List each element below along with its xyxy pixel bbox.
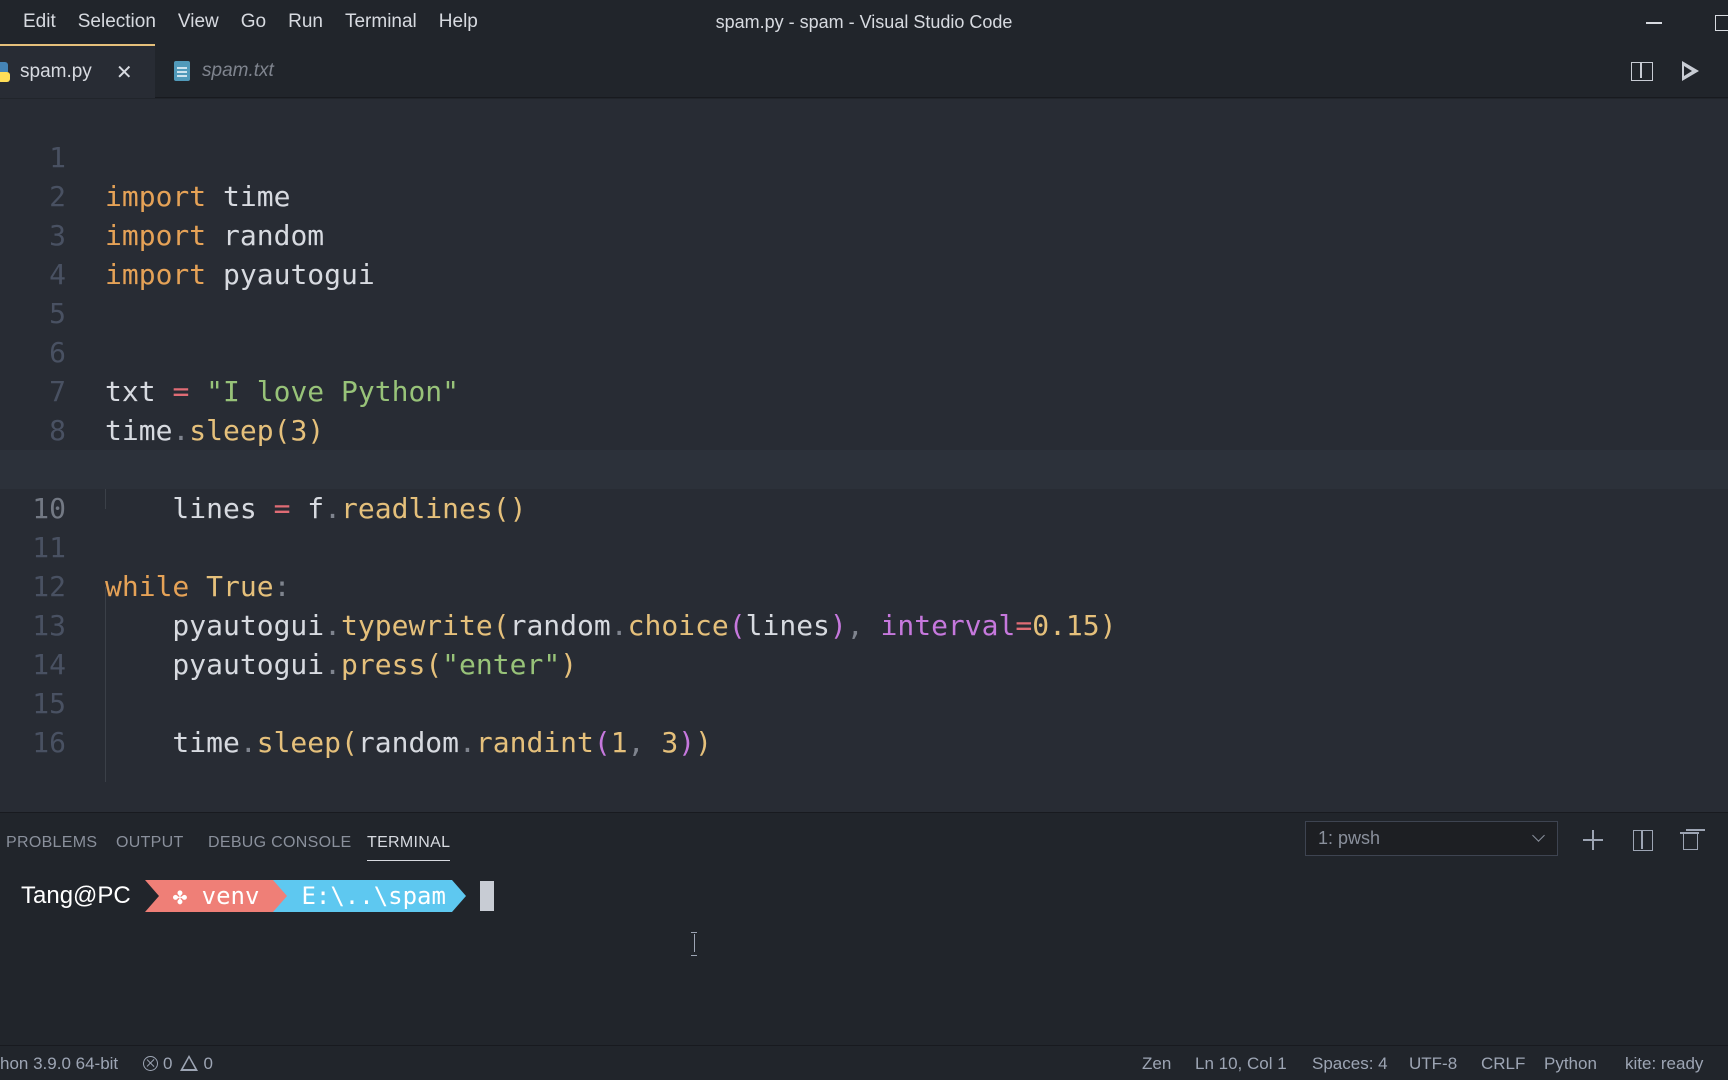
code-line: 14 bbox=[0, 606, 1728, 681]
menu-run[interactable]: Run bbox=[277, 0, 334, 44]
split-terminal-icon[interactable] bbox=[1630, 827, 1656, 853]
menu-selection[interactable]: Selection bbox=[67, 0, 167, 44]
line-ending[interactable]: CRLF bbox=[1481, 1046, 1525, 1080]
code-line: 2 import random bbox=[0, 138, 1728, 252]
status-bar: hon 3.9.0 64-bit 00 Zen Ln 10, Col 1 Spa… bbox=[0, 1045, 1728, 1080]
code-line: 9 lines = f.readlines() bbox=[0, 411, 1728, 525]
bottom-panel: PROBLEMS OUTPUT DEBUG CONSOLE TERMINAL 1… bbox=[0, 812, 1728, 1045]
code-line: 4 bbox=[0, 216, 1728, 291]
prompt-segment-arrow bbox=[451, 880, 466, 912]
code-line: 15 time.sleep(random.randint(1, 3)) bbox=[0, 645, 1728, 759]
kite-status[interactable]: kite: ready bbox=[1625, 1046, 1703, 1080]
code-line: 13 pyautogui.press("enter") bbox=[0, 567, 1728, 681]
tab-label: spam.py bbox=[20, 61, 92, 82]
code-line: 12 pyautogui.typewrite(random.choice(lin… bbox=[0, 528, 1728, 642]
tab-spam-py[interactable]: spam.py ✕ bbox=[0, 44, 155, 98]
code-line: 5 bbox=[0, 255, 1728, 330]
close-icon[interactable]: ✕ bbox=[116, 60, 133, 85]
terminal-selector[interactable]: 1: pwsh bbox=[1305, 821, 1558, 856]
code-text: time.sleep(random.randint(1, 3)) bbox=[105, 726, 712, 759]
editor-tab-bar: spam.py ✕ spam.txt bbox=[0, 44, 1728, 98]
prompt-host: Tang@PC bbox=[21, 882, 131, 909]
error-icon bbox=[143, 1056, 158, 1071]
problems-indicator[interactable]: 00 bbox=[143, 1046, 213, 1080]
code-line-current: 10 bbox=[0, 450, 1728, 525]
maximize-icon[interactable] bbox=[1708, 10, 1728, 34]
text-cursor-icon bbox=[691, 932, 697, 956]
menu-go[interactable]: Go bbox=[230, 0, 277, 44]
code-line: 7 time.sleep(3) bbox=[0, 333, 1728, 447]
tab-problems[interactable]: PROBLEMS bbox=[6, 825, 97, 861]
title-bar: Edit Selection View Go Run Terminal Help… bbox=[0, 0, 1728, 44]
code-line: 8 with open('spam.txt', 'r', encoding='u… bbox=[0, 372, 1728, 486]
tab-output[interactable]: OUTPUT bbox=[116, 825, 184, 861]
indentation[interactable]: Spaces: 4 bbox=[1312, 1046, 1388, 1080]
tab-spam-txt[interactable]: spam.txt bbox=[156, 44, 334, 98]
file-icon bbox=[174, 61, 190, 81]
terminal-prompt[interactable]: Tang@PC ✤ venv E:\..\spam bbox=[21, 879, 494, 913]
menu-terminal[interactable]: Terminal bbox=[334, 0, 428, 44]
trash-icon[interactable] bbox=[1677, 827, 1703, 853]
menu-bar: Edit Selection View Go Run Terminal Help bbox=[12, 0, 489, 44]
menu-edit[interactable]: Edit bbox=[12, 0, 67, 44]
python-icon bbox=[0, 62, 10, 82]
menu-help[interactable]: Help bbox=[428, 0, 489, 44]
warning-icon bbox=[180, 1055, 199, 1071]
encoding[interactable]: UTF-8 bbox=[1409, 1046, 1457, 1080]
tab-terminal[interactable]: TERMINAL bbox=[367, 825, 451, 861]
menu-view[interactable]: View bbox=[167, 0, 230, 44]
code-line: 6 txt = "I love Python" bbox=[0, 294, 1728, 408]
code-line: 16 bbox=[0, 684, 1728, 759]
code-line: 1 import time bbox=[0, 99, 1728, 213]
minimize-icon[interactable] bbox=[1642, 10, 1666, 34]
zen-mode[interactable]: Zen bbox=[1142, 1046, 1171, 1080]
line-number: 16 bbox=[32, 726, 66, 759]
code-line: 11 while True: bbox=[0, 489, 1728, 603]
tab-label: spam.txt bbox=[202, 60, 274, 81]
run-icon[interactable] bbox=[1676, 58, 1704, 86]
code-line: 3 import pyautogui bbox=[0, 177, 1728, 291]
prompt-venv-segment: ✤ venv bbox=[144, 880, 274, 912]
new-terminal-icon[interactable] bbox=[1580, 827, 1606, 853]
terminal-selector-value: 1: pwsh bbox=[1318, 828, 1381, 848]
chevron-down-icon bbox=[1532, 829, 1545, 842]
language-mode[interactable]: Python bbox=[1544, 1046, 1597, 1080]
prompt-path-segment: E:\..\spam bbox=[273, 880, 452, 912]
terminal-cursor bbox=[479, 881, 494, 911]
code-editor[interactable]: 1 import time 2 import random 3 import p… bbox=[0, 99, 1728, 812]
error-count: 0 bbox=[163, 1054, 173, 1073]
warning-count: 0 bbox=[203, 1054, 213, 1073]
tab-debug-console[interactable]: DEBUG CONSOLE bbox=[208, 825, 352, 861]
cursor-position[interactable]: Ln 10, Col 1 bbox=[1195, 1046, 1287, 1080]
open-preview-icon[interactable] bbox=[1628, 58, 1656, 86]
python-interpreter[interactable]: hon 3.9.0 64-bit bbox=[0, 1046, 118, 1080]
